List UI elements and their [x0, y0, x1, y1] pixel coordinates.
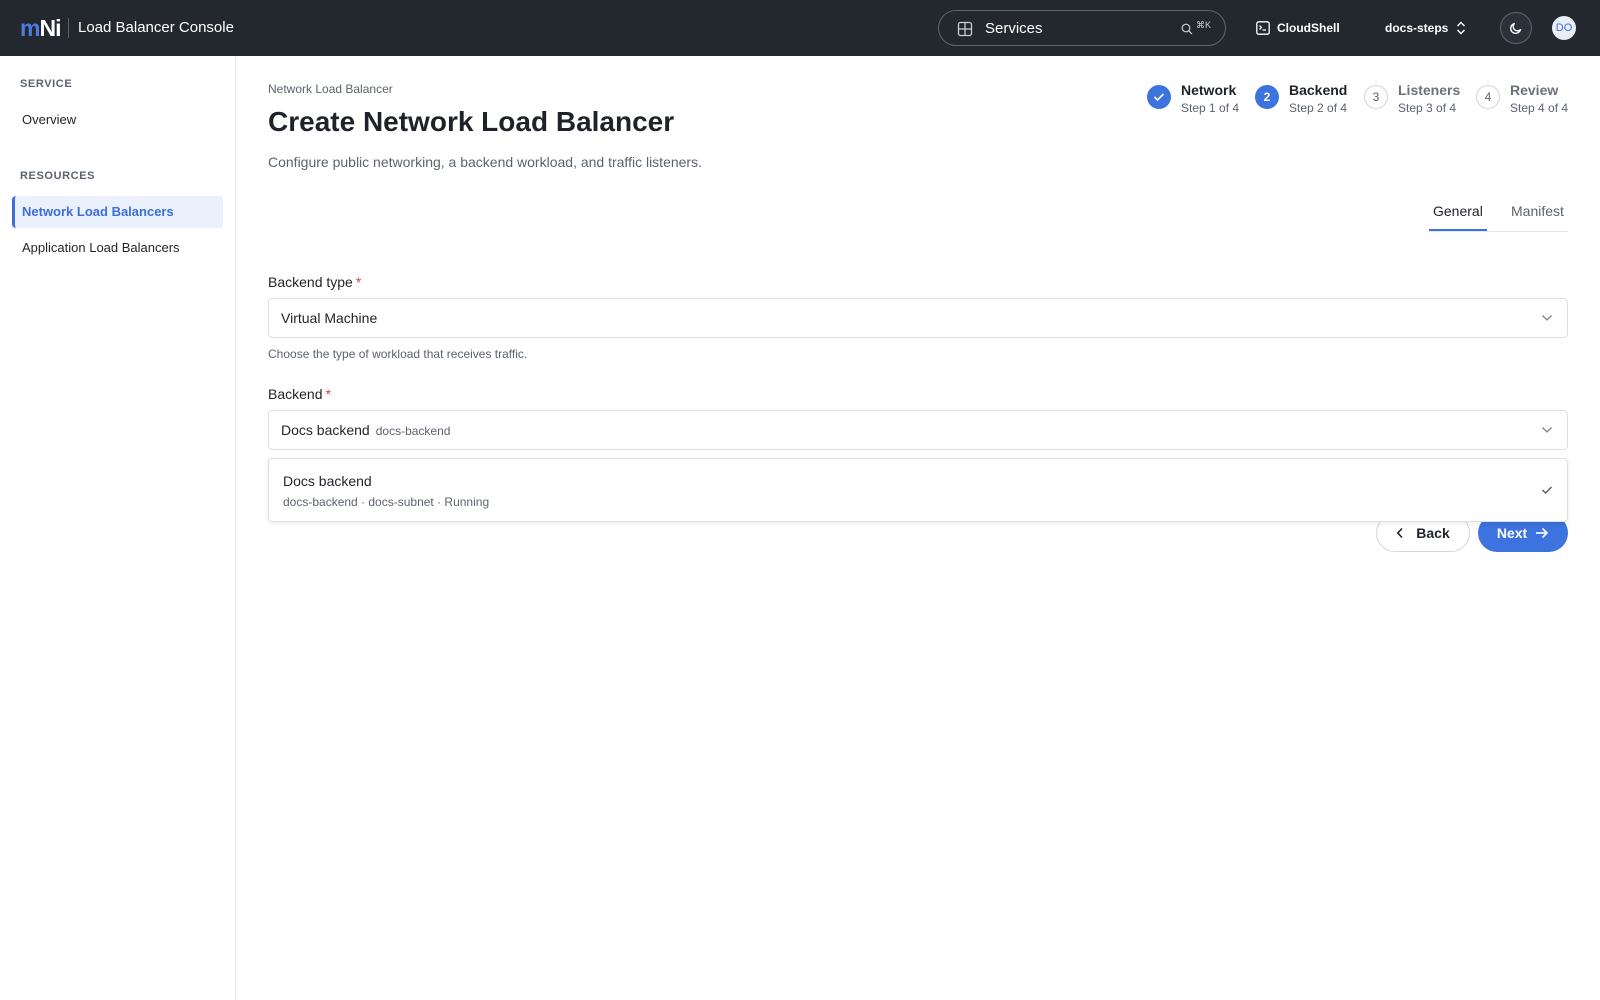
- next-button-label: Next: [1496, 525, 1528, 541]
- check-icon: [1541, 486, 1553, 495]
- breadcrumb[interactable]: Network Load Balancer: [268, 82, 393, 96]
- step-name: Backend: [1289, 82, 1348, 98]
- step-complete-check-icon: [1147, 85, 1171, 109]
- active-tab-indicator: [1429, 229, 1487, 231]
- sidebar-item-overview[interactable]: Overview: [12, 104, 223, 136]
- backend-type-label: Backend type *: [268, 274, 361, 290]
- step-sub: Step 4 of 4: [1510, 101, 1569, 115]
- services-search[interactable]: Services ⌘K: [938, 10, 1226, 46]
- tab-manifest[interactable]: Manifest: [1511, 202, 1564, 220]
- topbar-divider: [68, 18, 69, 38]
- backend-value: Docs backend docs-backend: [281, 422, 450, 439]
- required-mark: *: [355, 274, 362, 290]
- step-name: Listeners: [1398, 82, 1461, 98]
- required-mark: *: [325, 386, 331, 402]
- sidebar-heading-resources: RESOURCES: [20, 170, 96, 182]
- logo-m: m: [20, 14, 40, 41]
- chevron-up-down-icon: [1457, 21, 1466, 35]
- moon-icon: [1509, 22, 1522, 35]
- backend-type-label-text: Backend type: [268, 274, 353, 290]
- project-selector[interactable]: docs-steps: [1385, 18, 1466, 38]
- search-label: Services: [985, 20, 1043, 37]
- chevron-down-icon: [1542, 315, 1552, 321]
- theme-toggle-button[interactable]: [1500, 12, 1532, 44]
- step-name: Review: [1510, 82, 1559, 98]
- page-title: Create Network Load Balancer: [268, 106, 675, 137]
- arrow-right-icon: [1536, 527, 1549, 539]
- view-tabs: General Manifest: [1429, 190, 1568, 232]
- sidebar: SERVICE Overview RESOURCES Network Load …: [0, 56, 236, 1000]
- backend-option-title: Docs backend: [283, 473, 372, 489]
- backend-value-id: docs-backend: [375, 424, 451, 438]
- search-shortcut: ⌘K: [1196, 20, 1212, 30]
- top-bar: m Ni Load Balancer Console Services ⌘K Cl…: [0, 0, 1600, 56]
- logo-ni: Ni: [39, 14, 61, 41]
- page-description: Configure public networking, a backend w…: [268, 154, 702, 170]
- step-number: 3: [1364, 85, 1388, 109]
- backend-select[interactable]: Docs backend docs-backend: [268, 410, 1568, 450]
- chevron-down-icon: [1542, 427, 1552, 433]
- backend-type-help: Choose the type of workload that receive…: [268, 347, 528, 361]
- backend-type-value: Virtual Machine: [281, 310, 378, 326]
- sidebar-item-network-load-balancers[interactable]: Network Load Balancers: [12, 196, 223, 228]
- tab-general[interactable]: General: [1433, 202, 1483, 220]
- sidebar-heading-service: SERVICE: [20, 78, 73, 90]
- backend-dropdown-menu: Docs backend docs-backend · docs-subnet …: [268, 458, 1568, 522]
- brand-logo[interactable]: m Ni: [20, 14, 61, 41]
- grid-icon: [957, 21, 973, 37]
- search-icon: [1181, 23, 1193, 35]
- step-number: 2: [1255, 85, 1279, 109]
- step-name: Network: [1181, 82, 1237, 98]
- user-avatar[interactable]: DO: [1552, 16, 1576, 40]
- backend-label-text: Backend: [268, 386, 323, 402]
- backend-option[interactable]: Docs backend docs-backend · docs-subnet …: [269, 459, 1567, 521]
- terminal-icon: [1256, 21, 1270, 35]
- step-sub: Step 2 of 4: [1289, 101, 1348, 115]
- backend-option-detail: docs-backend · docs-subnet · Running: [283, 495, 490, 509]
- step-sub: Step 3 of 4: [1398, 101, 1457, 115]
- backend-value-title: Docs backend: [281, 422, 370, 438]
- app-title: Load Balancer Console: [78, 19, 234, 36]
- chevron-left-icon: [1396, 527, 1403, 539]
- backend-type-select[interactable]: Virtual Machine: [268, 298, 1568, 338]
- back-button-label: Back: [1416, 525, 1450, 541]
- cloudshell-label: CloudShell: [1277, 21, 1340, 35]
- sidebar-item-application-load-balancers[interactable]: Application Load Balancers: [12, 232, 223, 264]
- step-number: 4: [1476, 85, 1500, 109]
- backend-label: Backend *: [268, 386, 331, 402]
- project-label: docs-steps: [1385, 21, 1449, 35]
- step-sub: Step 1 of 4: [1181, 101, 1240, 115]
- cloudshell-button[interactable]: CloudShell: [1256, 18, 1340, 38]
